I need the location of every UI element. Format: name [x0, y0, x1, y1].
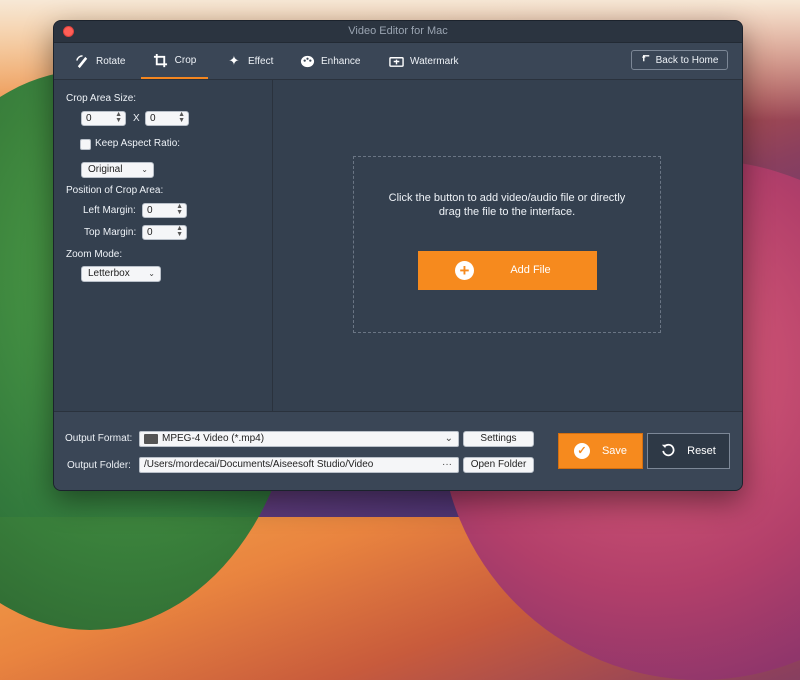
reset-label: Reset — [687, 445, 716, 457]
stepper-arrows-icon: ▲ ▼ — [178, 111, 185, 124]
save-button[interactable]: ✓ Save — [558, 433, 643, 469]
add-file-label: Add File — [510, 264, 551, 276]
stepper-arrows-icon: ▲ ▼ — [176, 203, 183, 216]
aspect-ratio-select[interactable]: Original ⌄ — [81, 162, 154, 178]
output-format-label: Output Format: — [65, 433, 133, 444]
effect-icon: ✦ — [228, 53, 240, 68]
stepper-arrows-icon: ▲ ▼ — [176, 225, 183, 238]
left-margin-label: Left Margin: — [83, 205, 136, 216]
settings-button[interactable]: Settings — [463, 431, 534, 447]
tab-watermark-label: Watermark — [410, 55, 459, 67]
reset-button[interactable]: Reset — [647, 433, 730, 469]
tab-effect-label: Effect — [248, 55, 274, 67]
tab-crop[interactable]: Crop — [141, 43, 208, 79]
back-to-home-button[interactable]: Back to Home — [631, 50, 728, 70]
crop-position-label: Position of Crop Area: — [66, 185, 164, 196]
browse-dots-button[interactable]: ··· — [442, 458, 452, 472]
left-margin-stepper[interactable]: 0 ▲ ▼ — [142, 203, 187, 218]
tab-rotate[interactable]: Rotate — [74, 43, 125, 79]
checkmark-icon: ✓ — [573, 443, 590, 459]
output-bar: Output Format: MPEG-4 Video (*.mp4) ⌄ Se… — [54, 411, 742, 490]
keep-aspect-checkbox[interactable] — [80, 139, 91, 150]
crop-settings-panel: Crop Area Size: 0 ▲ ▼ X 0 ▲ ▼ Keep Aspect … — [54, 79, 273, 411]
crop-icon — [153, 52, 169, 68]
chevron-down-icon: ⌄ — [444, 433, 453, 444]
save-label: Save — [601, 445, 628, 457]
app-window: Video Editor for Mac Rotate Crop ✦ Effec… — [53, 20, 743, 491]
tab-rotate-label: Rotate — [96, 55, 126, 67]
stepper-arrows-icon: ▲ ▼ — [115, 111, 122, 124]
back-to-home-label: Back to Home — [655, 54, 719, 66]
tab-effect[interactable]: ✦ Effect — [226, 43, 274, 79]
zoom-mode-select[interactable]: Letterbox ⌄ — [81, 266, 161, 282]
file-drop-zone[interactable]: Click the button to add video/audio file… — [353, 156, 661, 333]
reset-icon — [661, 443, 675, 460]
tab-enhance-label: Enhance — [321, 55, 361, 67]
chevron-down-icon: ⌄ — [141, 165, 148, 174]
output-folder-field[interactable]: /Users/mordecai/Documents/Aiseesoft Stud… — [139, 457, 459, 473]
title-bar: Video Editor for Mac — [54, 21, 742, 43]
back-arrow-icon — [641, 53, 652, 67]
enhance-icon — [299, 53, 315, 69]
tab-watermark[interactable]: Watermark — [388, 43, 459, 79]
top-margin-stepper[interactable]: 0 ▲ ▼ — [142, 225, 187, 240]
keep-aspect-label: Keep Aspect Ratio: — [95, 138, 181, 149]
video-format-icon — [144, 434, 158, 444]
output-folder-label: Output Folder: — [67, 460, 131, 471]
add-file-button[interactable]: + Add File — [418, 251, 597, 290]
output-format-select[interactable]: MPEG-4 Video (*.mp4) ⌄ — [139, 431, 459, 447]
crop-area-size-label: Crop Area Size: — [66, 93, 137, 104]
tab-crop-label: Crop — [174, 54, 197, 66]
size-separator: X — [133, 113, 140, 124]
tool-tabs: Rotate Crop ✦ Effect Enhance Watermark B… — [54, 43, 742, 80]
crop-height-stepper[interactable]: 0 ▲ ▼ — [145, 111, 189, 126]
tab-enhance[interactable]: Enhance — [299, 43, 360, 79]
watermark-icon — [388, 53, 404, 69]
top-margin-label: Top Margin: — [84, 227, 137, 238]
drop-instructions: Click the button to add video/audio file… — [388, 192, 626, 218]
crop-width-stepper[interactable]: 0 ▲ ▼ — [81, 111, 126, 126]
zoom-mode-label: Zoom Mode: — [66, 249, 123, 260]
chevron-down-icon: ⌄ — [148, 269, 155, 278]
window-title: Video Editor for Mac — [348, 25, 448, 37]
open-folder-button[interactable]: Open Folder — [463, 457, 534, 473]
rotate-icon — [74, 53, 90, 69]
